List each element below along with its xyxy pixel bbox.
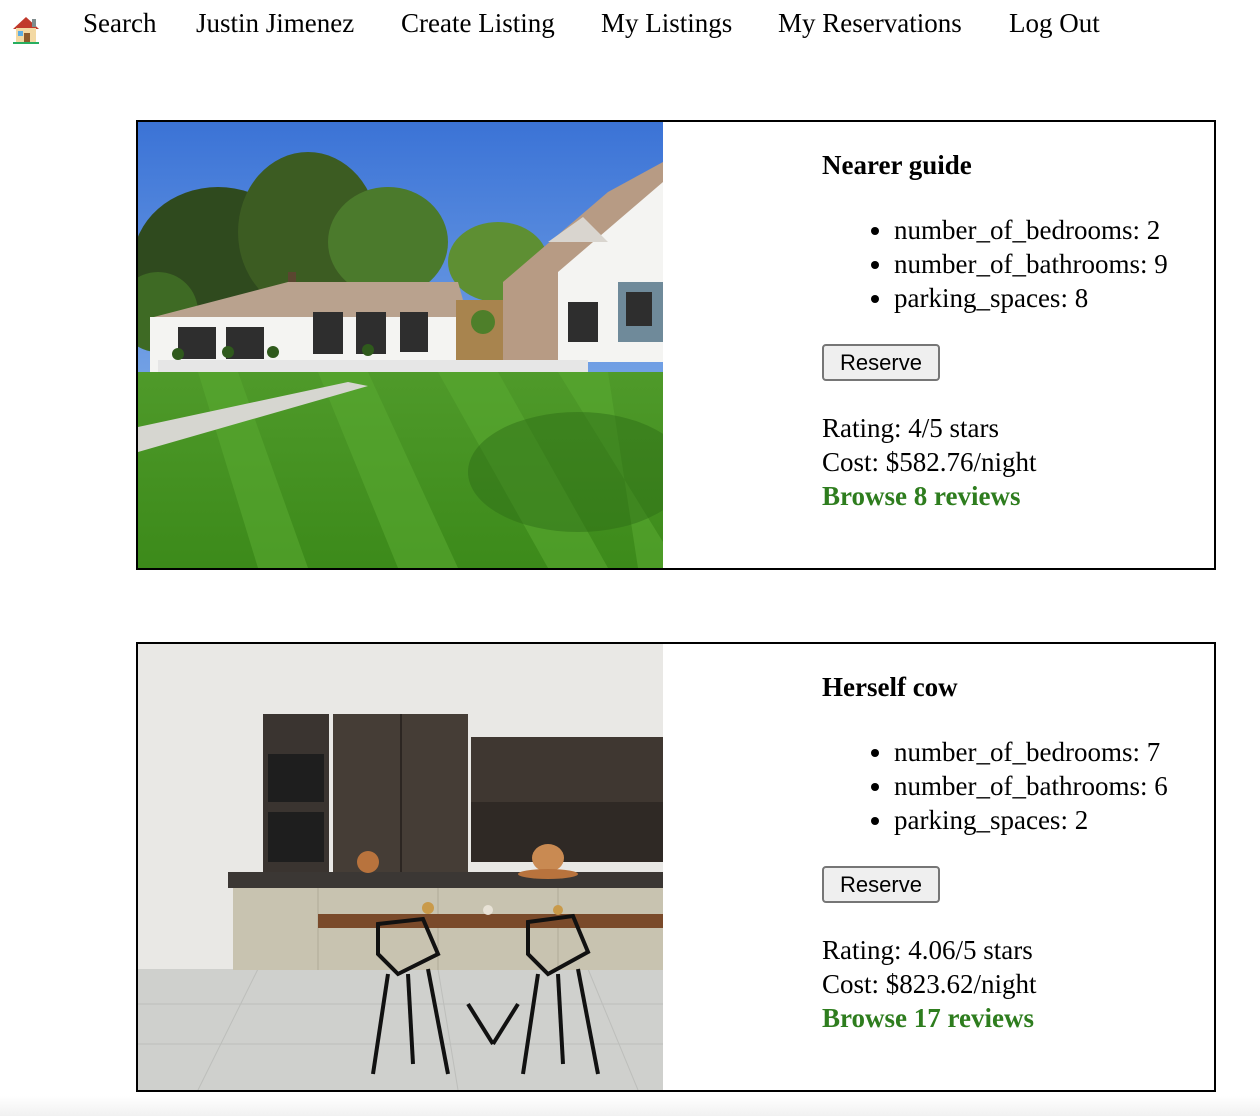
nav-create-listing[interactable]: Create Listing — [401, 6, 555, 40]
feature-bedrooms: number_of_bedrooms: 7 — [894, 735, 1214, 769]
listing-title: Nearer guide — [822, 150, 972, 180]
nav-my-listings[interactable]: My Listings — [601, 6, 732, 40]
nav-my-reservations[interactable]: My Reservations — [778, 6, 962, 40]
listing-card: Herself cow number_of_bedrooms: 7 number… — [136, 642, 1216, 1092]
feature-parking: parking_spaces: 2 — [894, 803, 1214, 837]
nav-search[interactable]: Search — [83, 6, 156, 40]
page-bottom-fade — [0, 1096, 1260, 1116]
top-nav: Search Justin Jimenez Create Listing My … — [0, 0, 1260, 50]
browse-reviews-link[interactable]: Browse 8 reviews — [822, 479, 1020, 513]
nav-user-profile[interactable]: Justin Jimenez — [196, 6, 354, 40]
feature-bathrooms: number_of_bathrooms: 9 — [894, 247, 1214, 281]
listing-features: number_of_bedrooms: 2 number_of_bathroom… — [822, 213, 1214, 315]
listing-rating: Rating: 4/5 stars — [822, 413, 999, 443]
listing-rating: Rating: 4.06/5 stars — [822, 935, 1033, 965]
feature-parking: parking_spaces: 8 — [894, 281, 1214, 315]
feature-bedrooms: number_of_bedrooms: 2 — [894, 213, 1214, 247]
kitchen-interior-photo — [138, 644, 663, 1090]
browse-reviews-link[interactable]: Browse 17 reviews — [822, 1001, 1034, 1035]
listing-features: number_of_bedrooms: 7 number_of_bathroom… — [822, 735, 1214, 837]
reserve-button[interactable]: Reserve — [822, 344, 940, 381]
listing-cost: Cost: $823.62/night — [822, 969, 1037, 999]
nav-log-out[interactable]: Log Out — [1009, 6, 1100, 40]
listing-card: Nearer guide number_of_bedrooms: 2 numbe… — [136, 120, 1216, 570]
listing-title: Herself cow — [822, 672, 958, 702]
house-with-lawn-photo — [138, 122, 663, 568]
house-emoji-icon[interactable] — [10, 14, 42, 46]
feature-bathrooms: number_of_bathrooms: 6 — [894, 769, 1214, 803]
listing-cost: Cost: $582.76/night — [822, 447, 1037, 477]
reserve-button[interactable]: Reserve — [822, 866, 940, 903]
